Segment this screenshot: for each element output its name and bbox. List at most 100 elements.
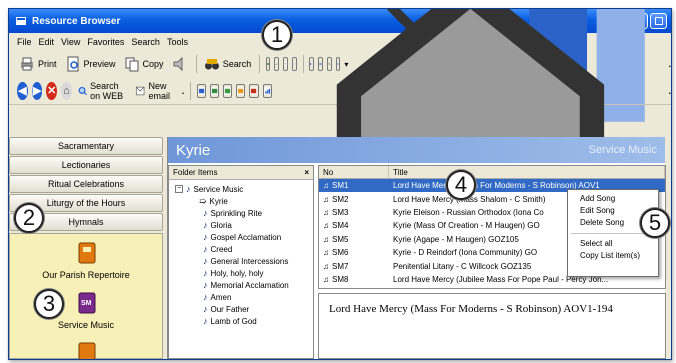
menu-view[interactable]: View [61,37,80,47]
word-icon[interactable] [196,83,206,98]
tree-item[interactable]: ♪ Our Father [203,304,249,314]
tree-item[interactable]: ♪ General Intercessions [203,256,288,266]
tree-item[interactable]: ♪ Memorial Acclamation [203,280,289,290]
menu-favorites[interactable]: Favorites [87,37,124,47]
tree-item[interactable]: ♪ Creed [203,244,232,254]
stop-x-icon: ✕ [47,85,57,97]
callout-2: 2 [14,203,44,233]
music-note-icon: ♪ [203,232,208,242]
tree-item[interactable]: ♪ Lamb of God [203,316,257,326]
tree-root[interactable]: − ♪ Service Music [175,184,243,194]
tree-item-label: General Intercessions [210,256,289,266]
search-button[interactable]: Search [202,54,254,74]
tree-item[interactable]: ♪ Gospel Acclamation [203,232,281,242]
menu-search[interactable]: Search [131,37,160,47]
tree-item[interactable]: ♪ Amen [203,292,231,302]
repertoire-book-icon[interactable] [78,242,96,264]
copy-icon [125,57,139,72]
tree-item-label: Kyrie [209,197,228,206]
tree-item[interactable]: ♪ Gloria [203,220,232,230]
preview-button[interactable]: Preview [63,54,118,74]
tree-item-label: Lamb of God [210,316,257,326]
menu-item-add-song[interactable]: Add Song [568,193,658,205]
song-detail-panel: Lord Have Mercy (Mass For Moderns - S Ro… [318,293,666,359]
tree-item-label: Memorial Acclamation [210,280,289,290]
tree-item-kyrie[interactable]: ➯ Kyrie [199,196,228,207]
repertoire-panel: Our Parish Repertoire SM Service Music [9,233,163,359]
printer-icon [21,57,33,71]
music-note-icon: ♪ [203,304,208,314]
chart-icon[interactable] [262,83,272,98]
next-book-icon[interactable] [78,342,96,360]
tree-root-label: Service Music [193,184,244,194]
column-header-no[interactable]: No [319,166,389,178]
music-note-icon: ♪ [203,256,208,266]
spreadsheet-icon[interactable] [223,83,233,98]
home-icon: ⌂ [63,84,70,97]
home-button[interactable]: ⌂ [61,81,72,100]
presentation-icon[interactable] [209,83,220,98]
email-icon [136,86,145,95]
song-icon: ♫ [323,207,329,217]
tree-item[interactable]: ♪ Holy, holy, holy [203,268,264,278]
forward-button[interactable]: ▶ [31,81,43,100]
list-header: No Title [319,166,665,179]
nav-ritual-celebrations[interactable]: Ritual Celebrations [9,175,163,193]
row-no: SM1 [332,181,349,191]
toolbar-overflow[interactable]: . [182,86,185,96]
song-icon: ♫ [323,194,329,204]
stop-button[interactable]: ✕ [46,81,58,100]
toolbar-overflow[interactable]: . [669,86,671,96]
toolbar-separator [190,81,191,100]
song-icon: ♫ [323,274,329,284]
menu-tools[interactable]: Tools [167,37,188,47]
menu-item-copy-list-items[interactable]: Copy List item(s) [568,250,658,262]
folder-panel-header: Folder Items × [169,166,313,180]
music-note-icon: ♪ [203,316,208,326]
row-no: SM3 [332,207,349,217]
tree-item-label: Creed [210,244,233,254]
callout-1: 1 [262,20,292,50]
toolbar-overflow[interactable]: . [668,59,671,69]
row-no: SM2 [332,194,349,204]
left-navigation-panel: Sacramentary Lectionaries Ritual Celebra… [9,137,163,359]
new-email-button[interactable]: New email [133,81,178,101]
book-icon[interactable] [265,57,271,71]
back-button[interactable]: ◀ [17,81,28,100]
menu-item-select-all[interactable]: Select all [568,238,658,250]
collapse-icon[interactable]: − [175,185,183,193]
nav-lectionaries[interactable]: Lectionaries [9,156,163,174]
music-note-icon: ♪ [203,208,208,218]
print-label: Print [38,59,57,69]
print-button[interactable]: Print [17,54,59,74]
music-note-icon: ♪ [203,220,208,230]
nav-sacramentary[interactable]: Sacramentary [9,137,163,155]
tree-item-label: Amen [210,292,232,302]
song-icon: ♫ [323,248,329,258]
audio-button[interactable] [170,54,190,74]
copy-button[interactable]: Copy [122,54,166,74]
close-icon[interactable]: × [304,168,309,177]
search-web-button[interactable]: Search on WEB [76,81,129,101]
tree-item[interactable]: ♪ Sprinkling Rite [203,208,262,218]
song-detail-text: Lord Have Mercy (Mass For Moderns - S Ro… [329,303,613,315]
back-arrow-icon: ◀ [18,85,27,97]
tree-item-label: Gospel Acclamation [210,232,282,242]
resource-browser-window: Resource Browser File Edit View Favorite… [8,8,672,360]
song-icon: ♫ [323,234,329,244]
callout-4: 4 [446,170,476,200]
new-email-label: New email [148,80,171,101]
binoculars-icon [204,59,219,70]
song-icon: ♫ [323,261,329,271]
menu-edit[interactable]: Edit [39,37,55,47]
pdf-icon[interactable] [249,83,259,98]
repertoire-label[interactable]: Our Parish Repertoire [10,270,162,280]
service-music-label[interactable]: Service Music [10,320,162,330]
callout-3: 3 [34,289,64,319]
copy-label: Copy [142,59,164,69]
song-icon: ♫ [323,221,329,231]
menu-separator [571,233,655,234]
image-icon[interactable] [236,83,246,98]
menu-file[interactable]: File [17,37,32,47]
column-header-title[interactable]: Title [389,166,665,178]
